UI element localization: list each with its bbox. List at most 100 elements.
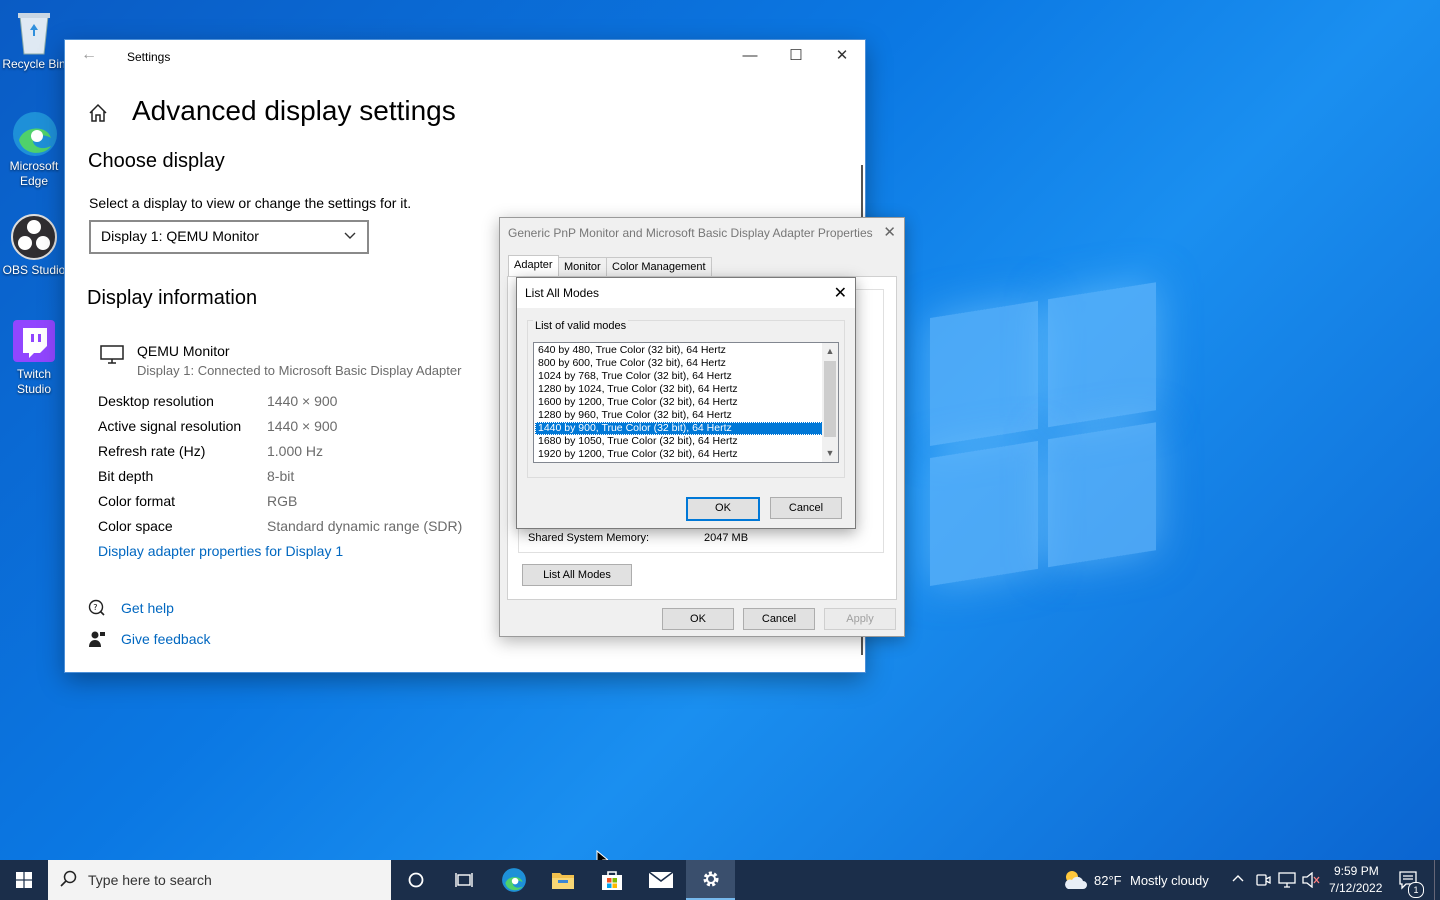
modes-scrollbar[interactable]: ▲ ▼ bbox=[822, 343, 838, 462]
close-icon[interactable]: ✕ bbox=[883, 223, 896, 241]
chevron-up-icon[interactable] bbox=[1231, 872, 1245, 891]
cortana-circle-icon bbox=[408, 872, 424, 888]
weather-cloud-icon[interactable] bbox=[1062, 869, 1088, 896]
store-icon bbox=[602, 871, 622, 890]
cancel-button[interactable]: Cancel bbox=[743, 608, 815, 630]
info-value: 1440 × 900 bbox=[267, 393, 338, 409]
desktop-icon-edge[interactable]: Microsoft Edge bbox=[2, 110, 66, 189]
cortana-button[interactable] bbox=[392, 860, 440, 900]
scroll-down-icon[interactable]: ▼ bbox=[822, 446, 838, 460]
window-title: Settings bbox=[127, 50, 171, 64]
tab-adapter[interactable]: Adapter bbox=[508, 255, 559, 277]
list-item[interactable]: 1920 by 1200, True Color (32 bit), 64 He… bbox=[535, 448, 823, 461]
start-button[interactable] bbox=[0, 860, 48, 900]
taskbar-mail[interactable] bbox=[637, 860, 685, 900]
list-item-selected[interactable]: 1440 by 900, True Color (32 bit), 64 Her… bbox=[535, 422, 823, 435]
scroll-up-icon[interactable]: ▲ bbox=[822, 344, 838, 358]
info-value: 8-bit bbox=[267, 468, 295, 484]
page-title: Advanced display settings bbox=[132, 95, 456, 126]
desktop-icon-obs[interactable]: OBS Studio bbox=[2, 214, 66, 278]
windows-start-icon bbox=[16, 872, 32, 888]
search-placeholder: Type here to search bbox=[88, 872, 212, 888]
desktop-icon-label: Microsoft Edge bbox=[9, 159, 59, 188]
recycle-bin-icon bbox=[11, 8, 57, 55]
list-item[interactable]: 1280 by 960, True Color (32 bit), 64 Her… bbox=[535, 409, 823, 422]
close-icon[interactable]: ✕ bbox=[834, 283, 847, 303]
choose-display-description: Select a display to view or change the s… bbox=[89, 195, 412, 211]
weather-temperature[interactable]: 82°F bbox=[1094, 873, 1122, 888]
dialog-title: Generic PnP Monitor and Microsoft Basic … bbox=[508, 226, 873, 240]
info-label: Bit depth bbox=[98, 468, 154, 484]
modes-ok-button[interactable]: OK bbox=[686, 497, 760, 521]
info-value: 1440 × 900 bbox=[267, 418, 338, 434]
volume-muted-icon[interactable] bbox=[1302, 871, 1320, 893]
list-all-modes-button[interactable]: List All Modes bbox=[522, 564, 632, 586]
chevron-down-icon bbox=[343, 228, 357, 245]
mail-icon bbox=[648, 871, 674, 888]
display-information-heading: Display information bbox=[87, 287, 258, 309]
modes-listbox[interactable]: 640 by 480, True Color (32 bit), 64 Hert… bbox=[533, 342, 839, 463]
desktop-icon-recycle-bin[interactable]: Recycle Bin bbox=[2, 8, 66, 72]
modes-dialog-title: List All Modes bbox=[525, 286, 600, 300]
monitor-name: QEMU Monitor bbox=[137, 343, 230, 359]
svg-text:?: ? bbox=[93, 603, 97, 612]
modes-cancel-button[interactable]: Cancel bbox=[770, 497, 842, 519]
search-icon bbox=[60, 870, 78, 891]
list-all-modes-dialog: List All Modes ✕ List of valid modes 640… bbox=[516, 277, 856, 529]
list-item[interactable]: 1600 by 1200, True Color (32 bit), 64 He… bbox=[535, 396, 823, 409]
task-view-icon bbox=[455, 873, 473, 887]
shared-memory-value: 2047 MB bbox=[704, 532, 749, 544]
twitch-studio-icon bbox=[11, 318, 57, 364]
taskbar-store[interactable] bbox=[588, 860, 636, 900]
info-label: Color space bbox=[98, 518, 173, 534]
display-select[interactable]: Display 1: QEMU Monitor bbox=[89, 220, 369, 254]
desktop-icon-label: Twitch Studio bbox=[16, 367, 52, 396]
ok-button[interactable]: OK bbox=[662, 608, 734, 630]
clock-time[interactable]: 9:59 PM bbox=[1334, 864, 1379, 878]
apply-button[interactable]: Apply bbox=[824, 608, 896, 630]
list-item[interactable]: 1280 by 1024, True Color (32 bit), 64 He… bbox=[535, 383, 823, 396]
taskbar-search-box[interactable]: Type here to search bbox=[48, 860, 391, 900]
monitor-icon bbox=[100, 345, 124, 370]
home-icon[interactable] bbox=[87, 102, 109, 129]
taskbar-settings-active[interactable] bbox=[686, 860, 735, 900]
scroll-thumb[interactable] bbox=[824, 361, 836, 437]
maximize-button[interactable]: ☐ bbox=[773, 40, 819, 72]
taskbar-edge[interactable] bbox=[490, 860, 538, 900]
show-desktop-button[interactable] bbox=[1434, 860, 1435, 900]
minimize-button[interactable]: — bbox=[727, 40, 773, 72]
get-help-link[interactable]: Get help bbox=[121, 600, 174, 616]
info-label: Refresh rate (Hz) bbox=[98, 443, 206, 459]
close-button[interactable]: ✕ bbox=[819, 40, 865, 72]
list-item[interactable]: 1680 by 1050, True Color (32 bit), 64 He… bbox=[535, 435, 823, 448]
network-icon[interactable] bbox=[1278, 872, 1296, 893]
obs-icon bbox=[11, 214, 57, 260]
tab-monitor[interactable]: Monitor bbox=[558, 257, 607, 276]
tab-color-management[interactable]: Color Management bbox=[606, 257, 712, 276]
clock-date[interactable]: 7/12/2022 bbox=[1329, 881, 1382, 895]
monitor-description: Display 1: Connected to Microsoft Basic … bbox=[137, 363, 462, 378]
taskbar: Type here to search 82°F Mostly cloudy 9… bbox=[0, 860, 1440, 900]
gear-icon bbox=[703, 871, 718, 887]
desktop-icon-twitch-studio[interactable]: Twitch Studio bbox=[2, 318, 66, 397]
info-label: Active signal resolution bbox=[98, 418, 242, 434]
meet-now-icon[interactable] bbox=[1255, 872, 1271, 893]
display-adapter-properties-link[interactable]: Display adapter properties for Display 1 bbox=[98, 543, 343, 559]
choose-display-heading: Choose display bbox=[88, 150, 225, 172]
notification-count-badge: 1 bbox=[1408, 882, 1424, 898]
desktop-icon-label: Recycle Bin bbox=[2, 57, 66, 71]
info-label: Color format bbox=[98, 493, 176, 509]
edge-icon bbox=[11, 110, 57, 156]
give-feedback-link[interactable]: Give feedback bbox=[121, 631, 211, 647]
list-item[interactable]: 640 by 480, True Color (32 bit), 64 Hert… bbox=[535, 344, 823, 357]
taskbar-file-explorer[interactable] bbox=[539, 860, 587, 900]
back-arrow-icon[interactable]: ← bbox=[81, 46, 97, 64]
help-icon: ? bbox=[88, 599, 106, 622]
valid-modes-label: List of valid modes bbox=[533, 320, 629, 332]
edge-icon bbox=[502, 868, 526, 892]
list-item[interactable]: 1024 by 768, True Color (32 bit), 64 Her… bbox=[535, 370, 823, 383]
weather-description[interactable]: Mostly cloudy bbox=[1130, 873, 1209, 888]
settings-titlebar: ← Settings — ☐ ✕ bbox=[65, 40, 865, 72]
task-view-button[interactable] bbox=[440, 860, 488, 900]
list-item[interactable]: 800 by 600, True Color (32 bit), 64 Hert… bbox=[535, 357, 823, 370]
